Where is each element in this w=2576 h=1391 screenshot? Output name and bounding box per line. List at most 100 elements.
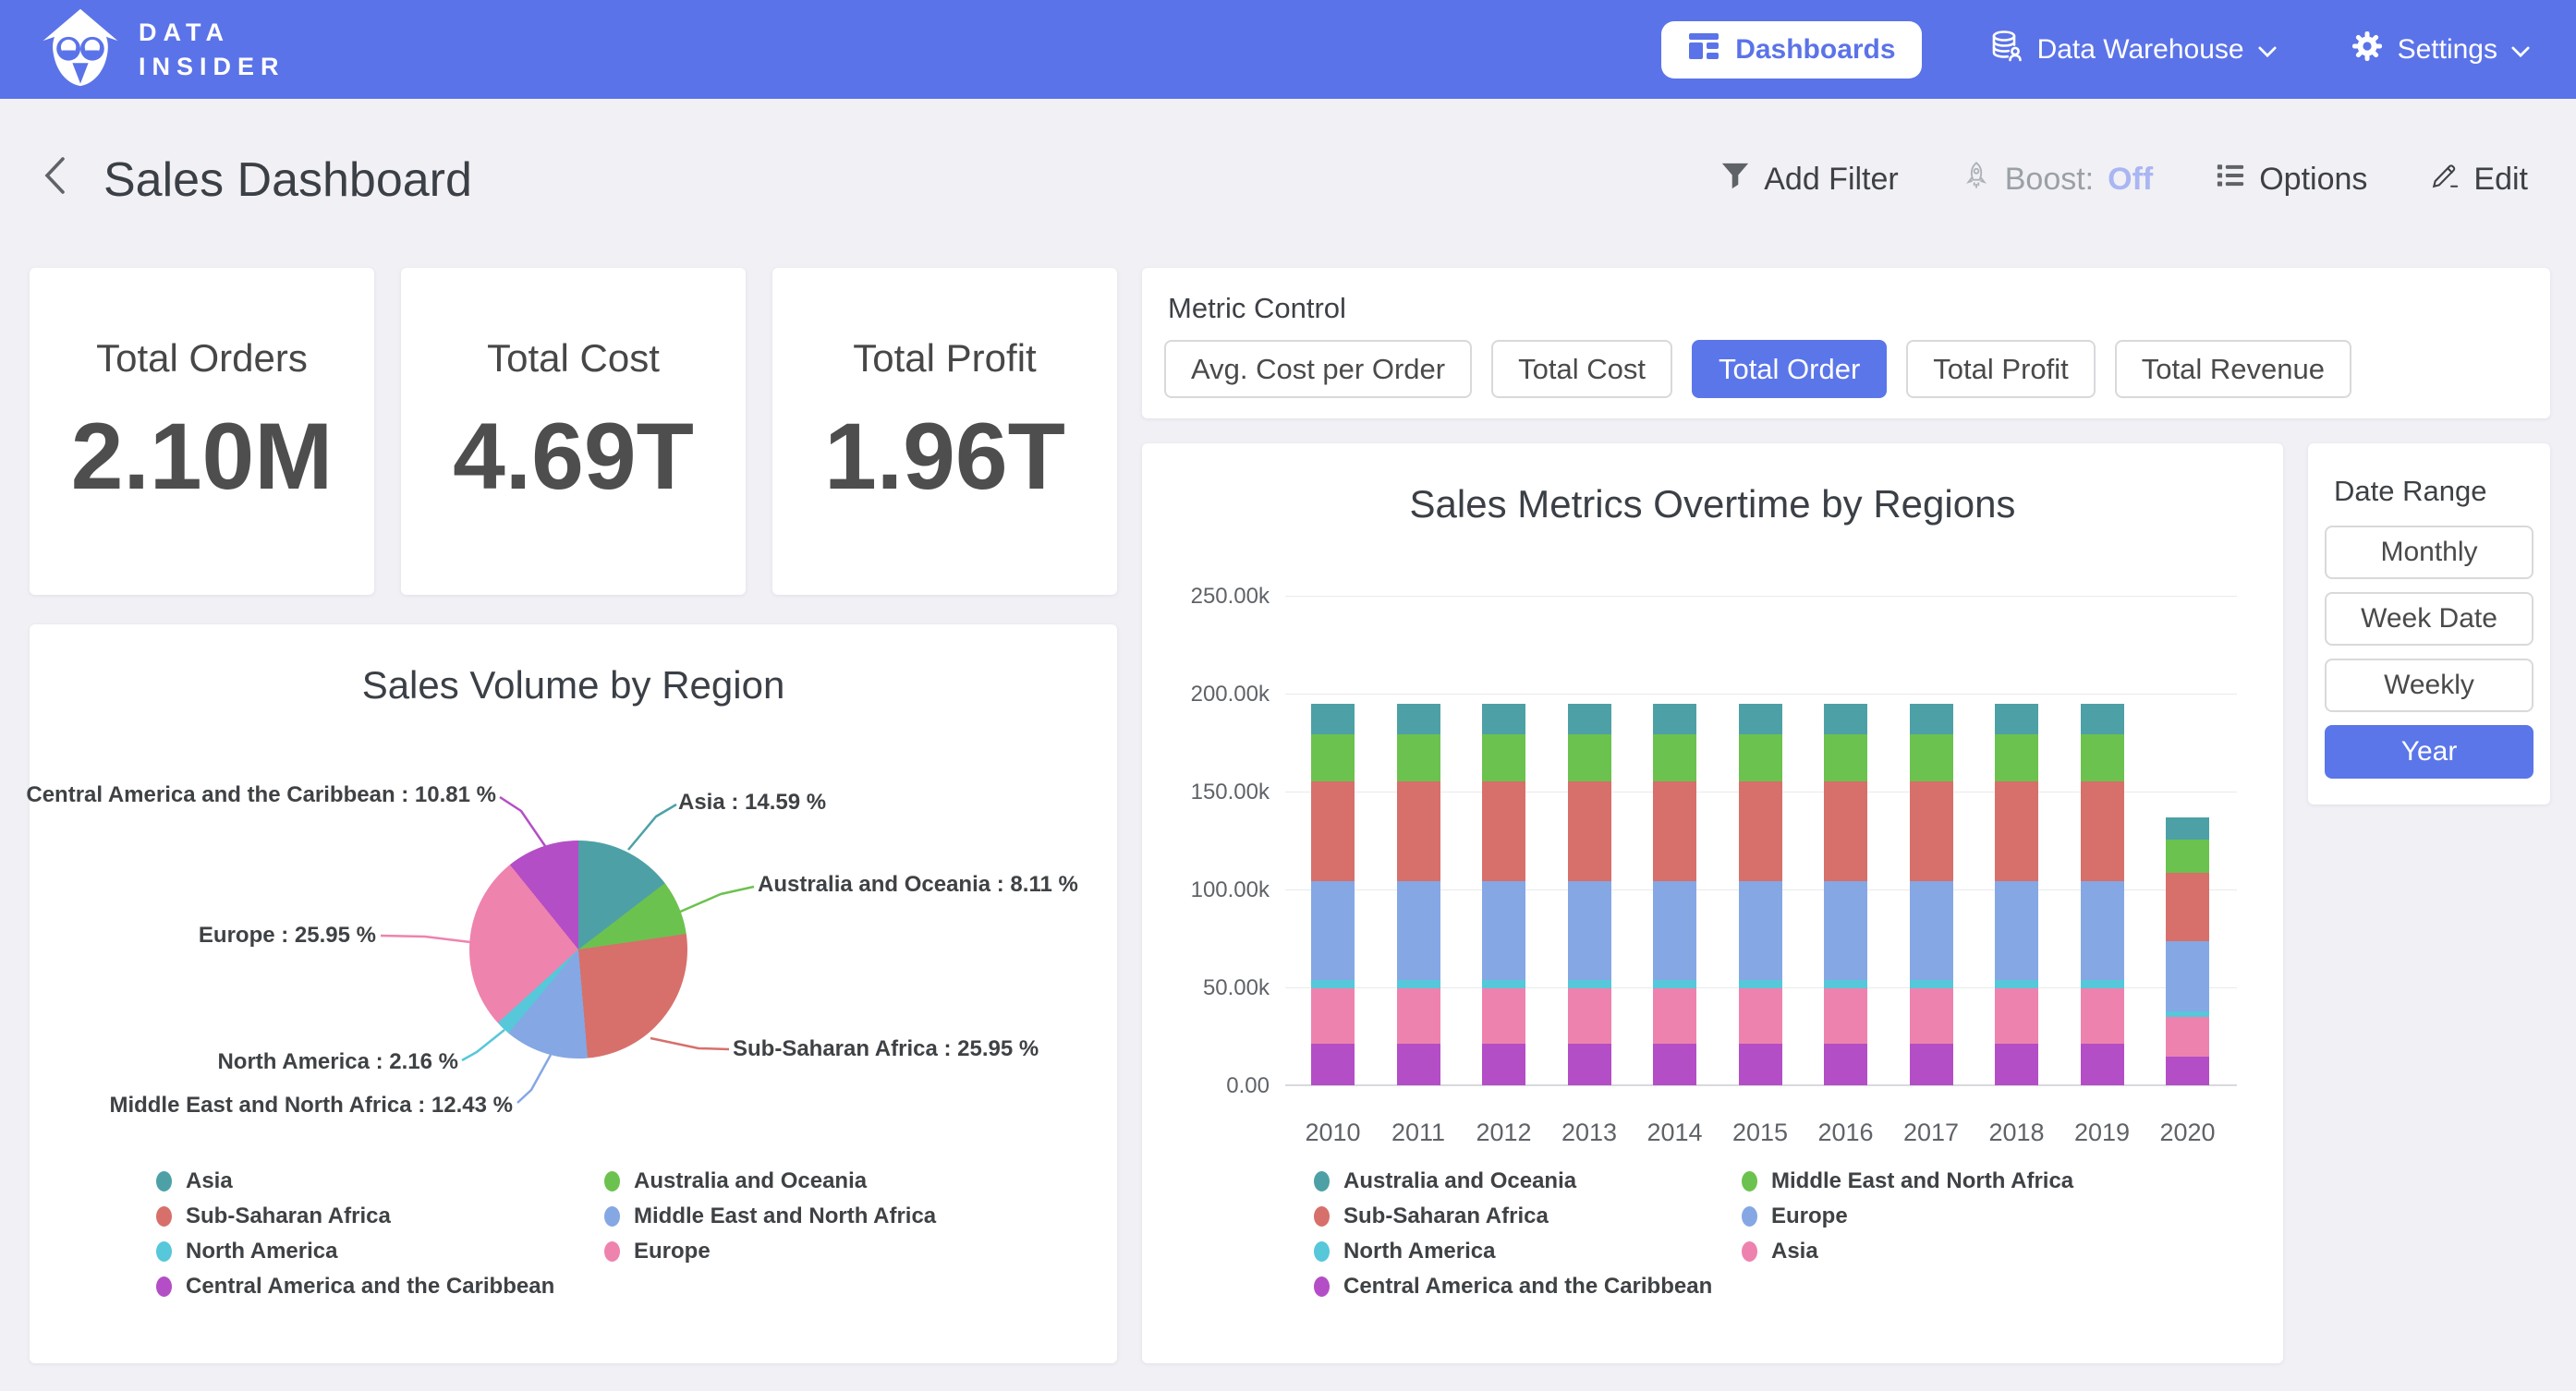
bar-segment-europe[interactable] [1995, 881, 2038, 980]
legend-item-central-america-and-the-caribbean[interactable]: Central America and the Caribbean [156, 1274, 554, 1300]
bar-segment-north-america[interactable] [2081, 980, 2124, 988]
bar-segment-sub-saharan-africa[interactable] [1910, 781, 1953, 880]
bar-segment-sub-saharan-africa[interactable] [1397, 781, 1440, 880]
bar-segment-central-america-and-the-caribbean[interactable] [1995, 1044, 2038, 1085]
bar-2015[interactable] [1739, 596, 1782, 1085]
bar-segment-australia-and-oceania[interactable] [1482, 704, 1525, 734]
bar-segment-sub-saharan-africa[interactable] [2166, 873, 2209, 942]
nav-data-warehouse-button[interactable]: Data Warehouse [1985, 29, 2282, 71]
bar-2010[interactable] [1311, 596, 1355, 1085]
legend-item-europe[interactable]: Europe [1742, 1204, 1848, 1229]
bar-segment-sub-saharan-africa[interactable] [1824, 781, 1867, 880]
bar-segment-europe[interactable] [1397, 881, 1440, 980]
pie-chart[interactable] [469, 841, 687, 1058]
bar-2011[interactable] [1397, 596, 1440, 1085]
bar-segment-europe[interactable] [1653, 881, 1696, 980]
bar-segment-middle-east-and-north-africa[interactable] [1995, 734, 2038, 781]
bar-segment-australia-and-oceania[interactable] [1311, 704, 1355, 734]
bar-segment-middle-east-and-north-africa[interactable] [1653, 734, 1696, 781]
bar-segment-central-america-and-the-caribbean[interactable] [2081, 1044, 2124, 1085]
bar-segment-sub-saharan-africa[interactable] [1739, 781, 1782, 880]
bar-segment-asia[interactable] [1568, 988, 1611, 1044]
bar-segment-sub-saharan-africa[interactable] [1995, 781, 2038, 880]
bar-segment-europe[interactable] [1311, 881, 1355, 980]
bar-2020[interactable] [2166, 596, 2209, 1085]
bar-segment-north-america[interactable] [1482, 980, 1525, 988]
bar-segment-europe[interactable] [1482, 881, 1525, 980]
bar-segment-europe[interactable] [1910, 881, 1953, 980]
bar-segment-north-america[interactable] [2166, 1011, 2209, 1017]
bar-segment-asia[interactable] [1397, 988, 1440, 1044]
metric-button-total-order[interactable]: Total Order [1692, 340, 1887, 398]
bar-segment-central-america-and-the-caribbean[interactable] [1739, 1044, 1782, 1085]
add-filter-button[interactable]: Add Filter [1715, 160, 1904, 200]
legend-item-australia-and-oceania[interactable]: Australia and Oceania [604, 1168, 867, 1194]
bar-segment-north-america[interactable] [1311, 980, 1355, 988]
legend-item-australia-and-oceania[interactable]: Australia and Oceania [1314, 1168, 1576, 1194]
bar-segment-north-america[interactable] [1995, 980, 2038, 988]
bar-segment-central-america-and-the-caribbean[interactable] [1824, 1044, 1867, 1085]
date-range-button-week-date[interactable]: Week Date [2325, 592, 2533, 646]
bar-segment-asia[interactable] [1824, 988, 1867, 1044]
bar-segment-australia-and-oceania[interactable] [2166, 817, 2209, 840]
bar-segment-sub-saharan-africa[interactable] [1482, 781, 1525, 880]
bar-segment-asia[interactable] [1482, 988, 1525, 1044]
nav-dashboards-button[interactable]: Dashboards [1661, 21, 1921, 79]
legend-item-sub-saharan-africa[interactable]: Sub-Saharan Africa [156, 1204, 391, 1229]
bar-segment-middle-east-and-north-africa[interactable] [1397, 734, 1440, 781]
bar-segment-middle-east-and-north-africa[interactable] [1910, 734, 1953, 781]
date-range-button-weekly[interactable]: Weekly [2325, 659, 2533, 712]
bar-segment-sub-saharan-africa[interactable] [2081, 781, 2124, 880]
bar-segment-asia[interactable] [1739, 988, 1782, 1044]
legend-item-sub-saharan-africa[interactable]: Sub-Saharan Africa [1314, 1204, 1549, 1229]
bar-segment-europe[interactable] [1568, 881, 1611, 980]
bar-segment-europe[interactable] [1739, 881, 1782, 980]
options-button[interactable]: Options [2210, 160, 2373, 200]
legend-item-middle-east-and-north-africa[interactable]: Middle East and North Africa [604, 1204, 936, 1229]
bar-2017[interactable] [1910, 596, 1953, 1085]
bar-segment-middle-east-and-north-africa[interactable] [1568, 734, 1611, 781]
bar-segment-middle-east-and-north-africa[interactable] [2166, 840, 2209, 873]
bar-segment-central-america-and-the-caribbean[interactable] [1397, 1044, 1440, 1085]
metric-button-total-cost[interactable]: Total Cost [1491, 340, 1672, 398]
metric-button-total-profit[interactable]: Total Profit [1906, 340, 2095, 398]
bar-segment-central-america-and-the-caribbean[interactable] [1653, 1044, 1696, 1085]
date-range-button-monthly[interactable]: Monthly [2325, 526, 2533, 579]
nav-settings-button[interactable]: Settings [2345, 29, 2535, 71]
bar-segment-australia-and-oceania[interactable] [1824, 704, 1867, 734]
bar-segment-sub-saharan-africa[interactable] [1653, 781, 1696, 880]
legend-item-north-america[interactable]: North America [156, 1239, 337, 1264]
bar-segment-asia[interactable] [1653, 988, 1696, 1044]
bar-segment-europe[interactable] [1824, 881, 1867, 980]
legend-item-asia[interactable]: Asia [156, 1168, 233, 1194]
bar-segment-middle-east-and-north-africa[interactable] [1824, 734, 1867, 781]
bar-2014[interactable] [1653, 596, 1696, 1085]
bar-segment-sub-saharan-africa[interactable] [1311, 781, 1355, 880]
bar-segment-australia-and-oceania[interactable] [2081, 704, 2124, 734]
bar-segment-north-america[interactable] [1824, 980, 1867, 988]
bar-segment-central-america-and-the-caribbean[interactable] [1482, 1044, 1525, 1085]
bar-segment-north-america[interactable] [1910, 980, 1953, 988]
bar-segment-asia[interactable] [2081, 988, 2124, 1044]
bar-2013[interactable] [1568, 596, 1611, 1085]
legend-item-central-america-and-the-caribbean[interactable]: Central America and the Caribbean [1314, 1274, 1712, 1300]
bar-segment-middle-east-and-north-africa[interactable] [1739, 734, 1782, 781]
bar-2016[interactable] [1824, 596, 1867, 1085]
bar-segment-australia-and-oceania[interactable] [1397, 704, 1440, 734]
bar-segment-asia[interactable] [1910, 988, 1953, 1044]
bar-segment-north-america[interactable] [1397, 980, 1440, 988]
edit-button[interactable]: Edit [2424, 160, 2533, 200]
bar-segment-australia-and-oceania[interactable] [1995, 704, 2038, 734]
legend-item-europe[interactable]: Europe [604, 1239, 711, 1264]
bar-2019[interactable] [2081, 596, 2124, 1085]
bar-segment-north-america[interactable] [1568, 980, 1611, 988]
legend-item-middle-east-and-north-africa[interactable]: Middle East and North Africa [1742, 1168, 2073, 1194]
boost-toggle[interactable]: Boost: Off [1956, 160, 2158, 200]
bar-segment-asia[interactable] [1995, 988, 2038, 1044]
bar-segment-australia-and-oceania[interactable] [1739, 704, 1782, 734]
back-button[interactable] [43, 156, 67, 203]
bar-segment-europe[interactable] [2081, 881, 2124, 980]
bar-segment-middle-east-and-north-africa[interactable] [1482, 734, 1525, 781]
bar-2012[interactable] [1482, 596, 1525, 1085]
bar-segment-central-america-and-the-caribbean[interactable] [1311, 1044, 1355, 1085]
